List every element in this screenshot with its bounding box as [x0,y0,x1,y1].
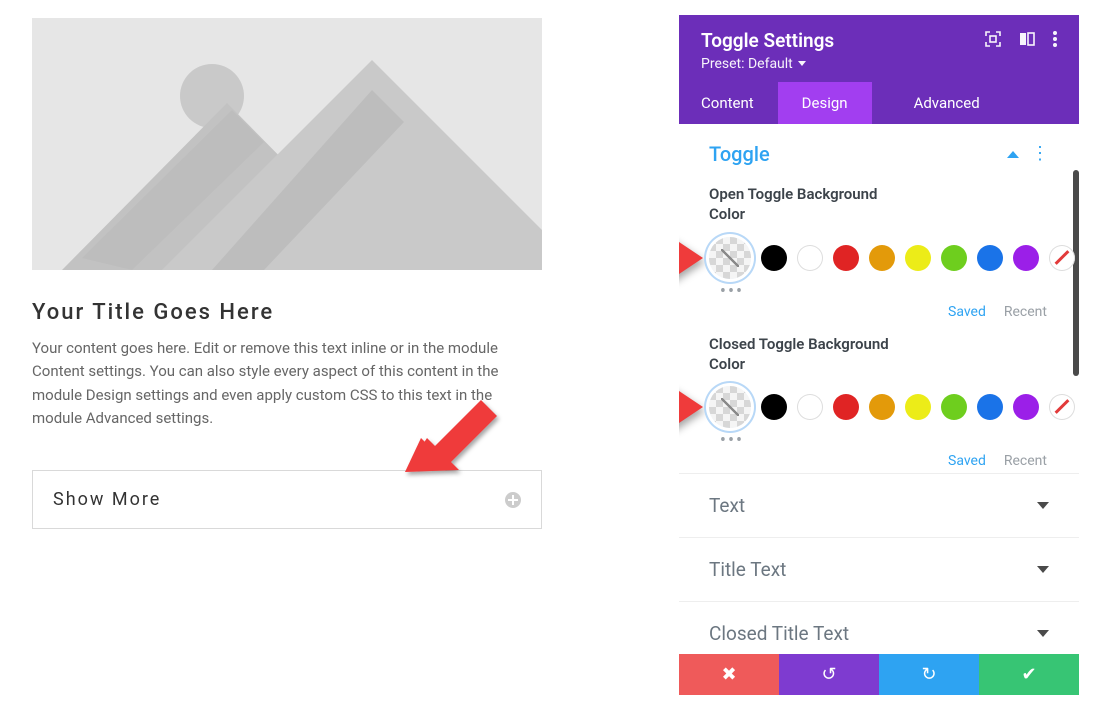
section-label: Title Text [709,558,786,581]
section-title: Toggle [709,142,770,166]
swatch-none[interactable] [1049,245,1075,271]
swatch-red[interactable] [833,394,859,420]
swatch-yellow[interactable] [905,245,931,271]
plus-icon [505,492,521,508]
preset-label: Preset: Default [701,56,793,72]
delete-button[interactable]: ✖ [679,654,779,695]
panel-title: Toggle Settings [701,29,834,52]
focus-icon[interactable] [985,31,1001,51]
swatch-yellow[interactable] [905,394,931,420]
tab-advanced[interactable]: Advanced [872,82,1004,124]
chevron-down-icon [1037,630,1049,637]
tab-content[interactable]: Content [679,82,778,124]
swatch-red[interactable] [833,245,859,271]
kebab-icon[interactable] [1053,31,1057,51]
swatch-purple[interactable] [1013,394,1039,420]
panel-header: Toggle Settings Preset: Default [679,15,1079,82]
swatch-orange[interactable] [869,394,895,420]
swatch-black[interactable] [761,245,787,271]
save-button[interactable]: ✔ [979,654,1079,695]
color-picker-closed-bg [709,386,1049,428]
current-color-swatch[interactable] [709,386,751,428]
settings-panel: Toggle Settings Preset: Default Content … [679,15,1079,695]
panel-tabs: Content Design Advanced [679,82,1079,124]
saved-tab[interactable]: Saved [948,453,986,469]
section-title-text[interactable]: Title Text [679,537,1079,601]
preset-dropdown[interactable]: Preset: Default [701,56,806,72]
swatch-white[interactable] [797,394,823,420]
swatch-white[interactable] [797,245,823,271]
section-label: Closed Title Text [709,622,849,645]
module-preview: Your Title Goes Here Your content goes h… [32,18,542,529]
preview-heading[interactable]: Your Title Goes Here [32,300,542,325]
swatch-black[interactable] [761,394,787,420]
recent-tab[interactable]: Recent [1004,453,1047,469]
swatch-none[interactable] [1049,394,1075,420]
field-closed-bg: Closed Toggle Background Color 2 [679,324,1079,474]
panel-body: Toggle ⋮ Open Toggle Background Color 1 [679,124,1079,654]
swatch-blue[interactable] [977,394,1003,420]
preview-body[interactable]: Your content goes here. Edit or remove t… [32,337,542,430]
badge-1: 1 [679,238,703,278]
color-picker-open-bg [709,237,1049,279]
section-kebab-icon[interactable]: ⋮ [1031,145,1049,163]
recent-tab[interactable]: Recent [1004,304,1047,320]
field-open-bg: Open Toggle Background Color 1 [679,174,1079,324]
more-colors-button[interactable]: ••• [709,430,751,451]
more-colors-button[interactable]: ••• [709,281,751,302]
field-label-closed-bg: Closed Toggle Background Color [709,334,909,375]
scrollbar-thumb[interactable] [1073,170,1079,376]
closed-toggle-item[interactable]: Show More [32,470,542,529]
caret-down-icon [798,61,806,66]
columns-icon[interactable] [1019,31,1035,51]
redo-button[interactable]: ↻ [879,654,979,695]
chevron-down-icon [1037,502,1049,509]
section-closed-title-text[interactable]: Closed Title Text [679,601,1079,654]
tab-design[interactable]: Design [778,82,872,124]
current-color-swatch[interactable] [709,237,751,279]
section-label: Text [709,494,745,517]
undo-button[interactable]: ↺ [779,654,879,695]
swatch-green[interactable] [941,245,967,271]
swatch-orange[interactable] [869,245,895,271]
saved-tab[interactable]: Saved [948,304,986,320]
swatch-green[interactable] [941,394,967,420]
field-label-open-bg: Open Toggle Background Color [709,184,909,225]
swatch-purple[interactable] [1013,245,1039,271]
mountain-placeholder-icon [32,18,542,270]
action-bar: ✖ ↺ ↻ ✔ [679,654,1079,695]
swatch-blue[interactable] [977,245,1003,271]
toggle-label: Show More [53,489,161,510]
chevron-up-icon [1007,151,1019,158]
image-placeholder [32,18,542,270]
badge-2: 2 [679,387,703,427]
section-toggle-header[interactable]: Toggle ⋮ [679,124,1079,174]
section-text[interactable]: Text [679,473,1079,537]
chevron-down-icon [1037,566,1049,573]
